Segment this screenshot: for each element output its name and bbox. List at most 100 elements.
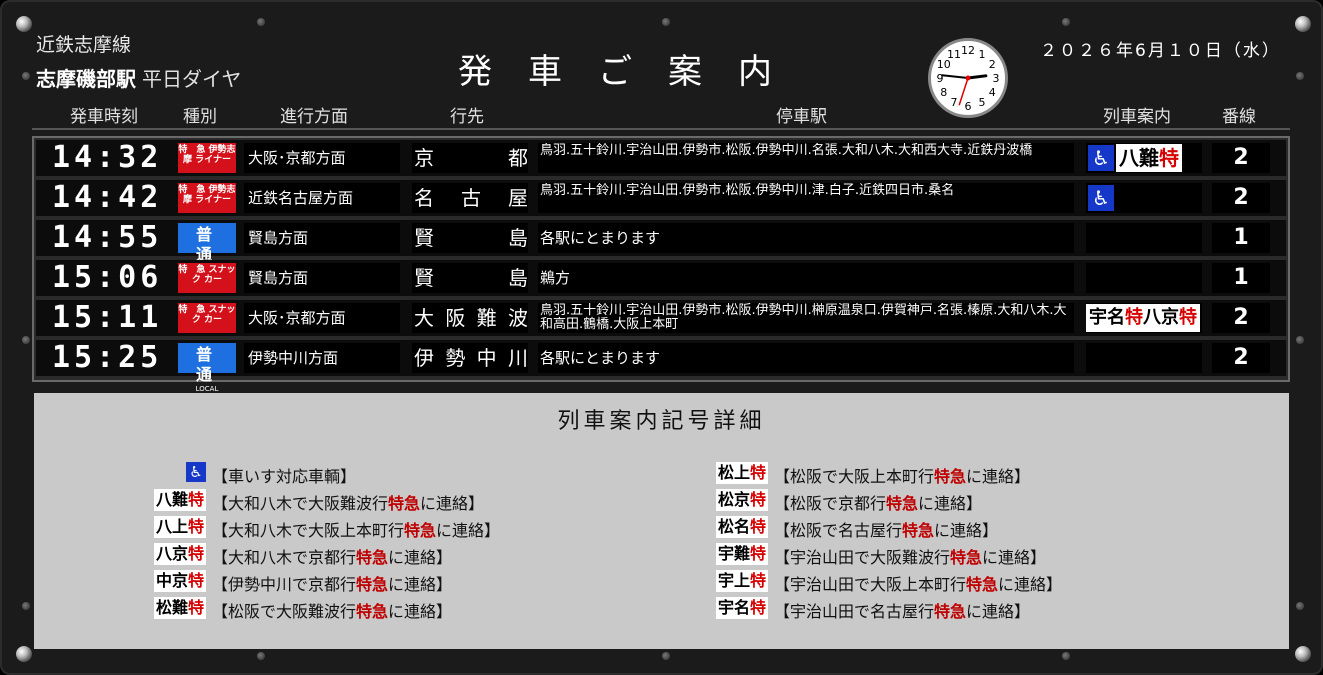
connection-char: 八 <box>155 517 172 536</box>
col-header-destination: 行先 <box>450 107 484 127</box>
legend-text-pre: 【宇治山田で名古屋行 <box>774 602 935 621</box>
connection-char: 松 <box>717 463 734 482</box>
connection-char: 特 <box>1125 307 1143 328</box>
col-header-track: 番線 <box>1222 107 1256 127</box>
legend-symbol: 松難特 <box>142 596 206 619</box>
connection-badge: 中京特 <box>153 570 206 592</box>
destination: 賢 島 <box>412 223 528 253</box>
connection-badge: 宇名特八京特 <box>1086 304 1200 332</box>
legend-description: 【大和八木で大阪難波行特急に連絡】 <box>212 490 484 514</box>
rivet-icon <box>22 336 30 344</box>
col-header-time: 発車時刻 <box>70 107 138 127</box>
connection-char: 宇 <box>717 598 734 617</box>
legend-text-post: に連絡】 <box>388 548 453 567</box>
station-label: 志摩磯部駅 平日ダイヤ <box>36 63 241 92</box>
departure-table: 14:32 特 急 伊勢志摩 ライナー 大阪･京都方面京 都鳥羽.五十鈴川.宇治山田… <box>32 136 1290 393</box>
destination: 大 阪 難 波 <box>412 303 528 333</box>
clock-numeral: 4 <box>989 86 996 99</box>
clock-center <box>965 75 971 81</box>
train-type-label: 普 通 <box>195 225 241 264</box>
connection-char: 特 <box>749 463 766 482</box>
connection-badge: 八上特 <box>153 516 206 538</box>
legend-symbol: 松京特 <box>704 488 768 511</box>
connection-char: 京 <box>171 571 188 590</box>
connection-dest: 難 <box>1139 146 1159 170</box>
legend-text-post: に連絡】 <box>918 494 983 513</box>
departure-time: 14:32 <box>52 140 163 175</box>
connection-badge: 宇上特 <box>715 570 768 592</box>
legend-text-express: 特急 <box>886 494 919 513</box>
legend-text-post: に連絡】 <box>966 602 1031 621</box>
departure-time: 15:25 <box>52 340 163 375</box>
train-info <box>1086 263 1202 293</box>
track-number: 2 <box>1212 303 1270 333</box>
hour-hand <box>966 74 988 80</box>
direction: 大阪･京都方面 <box>244 143 400 173</box>
legend-text-express: 特急 <box>950 548 983 567</box>
screw-icon <box>1295 646 1311 662</box>
departure-time: 15:11 <box>52 300 163 335</box>
legend-text-pre: 【松阪で名古屋行 <box>774 521 903 540</box>
legend-symbol: 八上特 <box>142 515 206 538</box>
legend-text-express: 特急 <box>934 467 967 486</box>
destination: 賢 島 <box>412 263 528 293</box>
train-type-badge: 普 通LOCAL <box>178 343 236 393</box>
connection-char: 八 <box>155 544 172 563</box>
destination: 京 都 <box>412 143 528 173</box>
direction: 大阪･京都方面 <box>244 303 400 333</box>
col-header-stops: 停車駅 <box>776 107 827 127</box>
legend-text-express: 特急 <box>404 521 437 540</box>
track-number: 2 <box>1212 343 1270 373</box>
departure-row: 15:06 特 急 スナック カー 賢島方面賢 島鵜方 1 <box>36 260 1286 296</box>
train-type-badge: 普 通LOCAL <box>178 223 236 273</box>
legend-text-post: に連絡】 <box>934 521 999 540</box>
train-info: ♿ <box>1086 183 1202 213</box>
screw-icon <box>16 16 32 32</box>
departure-time: 14:42 <box>52 180 163 215</box>
stop-list: 鵜方 <box>538 263 1074 293</box>
rivet-icon <box>1062 18 1070 26</box>
connection-char: 特 <box>749 490 766 509</box>
connection-char: 上 <box>733 571 750 590</box>
departure-row: 14:55 普 通LOCAL 賢島方面賢 島各駅にとまります 1 <box>36 220 1286 273</box>
connection-badge: 宇名特 <box>715 597 768 619</box>
minute-hand <box>941 74 969 79</box>
train-type-label: 普 通 <box>195 345 241 384</box>
stop-list: 各駅にとまります <box>538 223 1074 253</box>
rivet-icon <box>257 18 265 26</box>
legend-text-express: 特急 <box>356 575 389 594</box>
train-type-badge: 特 急 伊勢志摩 ライナー <box>178 183 236 213</box>
stop-list: 鳥羽.五十鈴川.宇治山田.伊勢市.松阪.伊勢中川.津.白子.近鉄四日市.桑名 <box>538 183 1074 213</box>
legend-text-pre: 【宇治山田で大阪難波行 <box>774 548 951 567</box>
connection-badge: 松名特 <box>715 516 768 538</box>
connection-char: 名 <box>733 517 750 536</box>
connection-badge: 八難特 <box>1116 144 1182 172</box>
line-name: 近鉄志摩線 <box>36 34 132 56</box>
legend-description: 【大和八木で京都行特急に連絡】 <box>212 544 452 568</box>
train-type-badge: 特 急 スナック カー <box>178 263 236 293</box>
legend-text-pre: 【大和八木で京都行 <box>212 548 357 567</box>
legend-text-post: に連絡】 <box>420 494 485 513</box>
legend-description: 【伊勢中川で京都行特急に連絡】 <box>212 571 452 595</box>
rivet-icon <box>257 652 265 660</box>
station-name: 志摩磯部駅 <box>36 67 136 91</box>
legend-text-express: 特急 <box>966 575 999 594</box>
connection-station: 八 <box>1119 146 1139 170</box>
connection-char: 特 <box>1179 307 1197 328</box>
departure-row: 14:32 特 急 伊勢志摩 ライナー 大阪･京都方面京 都鳥羽.五十鈴川.宇治山田… <box>36 140 1286 176</box>
rivet-icon <box>662 18 670 26</box>
departure-row: 15:25 普 通 LOCAL 伊勢中川方面伊 勢 中 川各駅にとまります 2 <box>36 340 1286 393</box>
connection-badge: 宇難特 <box>715 543 768 565</box>
train-type-badge: 特 急 スナック カー <box>178 303 236 333</box>
stop-list: 各駅にとまります <box>538 343 1074 373</box>
legend-description: 【大和八木で大阪上本町行特急に連絡】 <box>212 517 500 541</box>
train-type-label: 特 急 伊勢志摩 ライナー <box>178 185 236 205</box>
legend-description: 【宇治山田で大阪難波行特急に連絡】 <box>774 544 1046 568</box>
legend-symbol: ♿ <box>142 461 206 482</box>
connection-char: 特 <box>187 571 204 590</box>
legend-symbol: 宇上特 <box>704 569 768 592</box>
legend-text-pre: 【伊勢中川で京都行 <box>212 575 357 594</box>
legend-text-pre: 【大和八木で大阪難波行 <box>212 494 389 513</box>
connection-badge: 松京特 <box>715 489 768 511</box>
connection-badge: 松上特 <box>715 462 768 484</box>
